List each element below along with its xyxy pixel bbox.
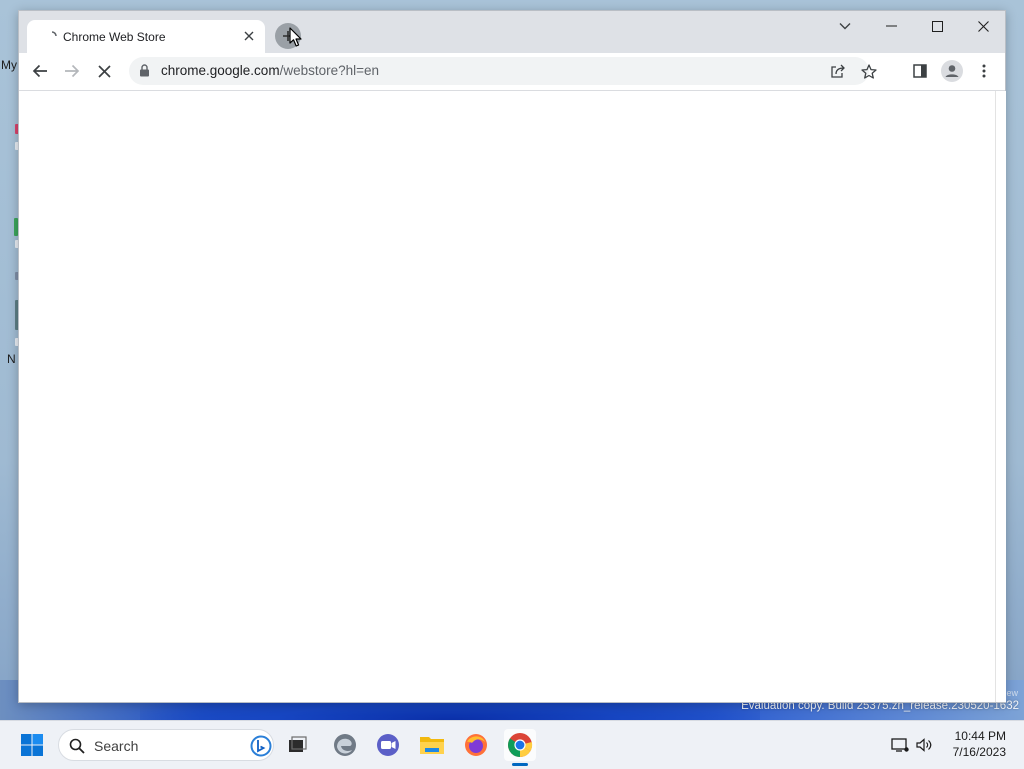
- stop-loading-button[interactable]: [90, 57, 118, 85]
- arrow-right-icon: [65, 64, 80, 78]
- network-icon: [891, 738, 909, 752]
- firefox-button[interactable]: [460, 729, 492, 761]
- clock-time: 10:44 PM: [954, 729, 1006, 743]
- active-app-indicator: [512, 763, 528, 766]
- menu-button[interactable]: [970, 57, 998, 85]
- mouse-cursor-icon: [289, 27, 302, 47]
- speaker-icon: [916, 738, 932, 752]
- search-icon: [69, 738, 85, 754]
- chrome-icon: [508, 733, 533, 757]
- address-bar[interactable]: chrome.google.com/webstore?hl=en: [129, 57, 877, 85]
- taskbar: Search 10:44 PM 7/16/2023: [0, 720, 1024, 769]
- tab-strip: Chrome Web Store: [19, 11, 1005, 53]
- close-icon: [977, 20, 989, 32]
- back-button[interactable]: [26, 57, 54, 85]
- profile-button[interactable]: [938, 57, 966, 85]
- clock-date: 7/16/2023: [952, 745, 1006, 759]
- edge-icon: [334, 734, 356, 756]
- tab-chrome-web-store[interactable]: Chrome Web Store: [27, 20, 265, 53]
- page-content[interactable]: [19, 91, 995, 702]
- side-panel-button[interactable]: [906, 57, 934, 85]
- search-label: Search: [94, 738, 139, 754]
- loading-spinner-icon: [51, 31, 57, 37]
- desktop-label-fragment[interactable]: My: [1, 58, 17, 72]
- bing-icon[interactable]: [250, 735, 272, 757]
- chevron-down-icon: [839, 23, 851, 30]
- chrome-button[interactable]: [504, 729, 536, 761]
- url-path: /webstore?hl=en: [279, 63, 380, 78]
- forward-button[interactable]: [58, 57, 86, 85]
- clock[interactable]: 10:44 PM 7/16/2023: [953, 728, 1006, 760]
- maximize-button[interactable]: [914, 11, 960, 41]
- firefox-icon: [465, 734, 487, 756]
- desktop-label-fragment[interactable]: N: [7, 352, 16, 366]
- browser-toolbar: chrome.google.com/webstore?hl=en: [19, 53, 1005, 91]
- profile-icon: [941, 60, 963, 82]
- star-icon: [861, 63, 877, 79]
- edge-button[interactable]: [329, 729, 361, 761]
- windows-logo-icon: [21, 734, 43, 756]
- bookmark-button[interactable]: [858, 60, 880, 82]
- minimize-button[interactable]: [868, 11, 914, 41]
- task-view-icon: [289, 736, 307, 752]
- maximize-icon: [931, 20, 943, 32]
- folder-icon: [420, 737, 444, 754]
- url-host: chrome.google.com: [161, 63, 280, 78]
- volume-button[interactable]: [910, 729, 938, 761]
- close-window-button[interactable]: [960, 11, 1006, 41]
- tab-title: Chrome Web Store: [63, 30, 166, 44]
- teams-button[interactable]: [372, 729, 404, 761]
- chrome-window: Chrome Web Store chrome.google.com/webst…: [18, 10, 1006, 703]
- scrollbar[interactable]: [995, 91, 1006, 702]
- side-panel-icon: [913, 64, 927, 78]
- watermark-fragment: ew: [1006, 688, 1018, 698]
- arrow-left-icon: [32, 64, 47, 78]
- lock-icon[interactable]: [139, 64, 150, 77]
- close-icon: [244, 31, 254, 41]
- taskbar-search[interactable]: Search: [58, 729, 274, 761]
- tab-search-button[interactable]: [822, 11, 868, 41]
- minimize-icon: [885, 25, 897, 27]
- share-button[interactable]: [827, 60, 849, 82]
- kebab-menu-icon: [982, 64, 986, 78]
- tab-close-button[interactable]: [241, 28, 257, 44]
- share-icon: [831, 64, 845, 78]
- file-explorer-button[interactable]: [416, 729, 448, 761]
- url-text[interactable]: chrome.google.com/webstore?hl=en: [161, 63, 379, 78]
- teams-icon: [377, 734, 399, 756]
- close-icon: [97, 64, 111, 78]
- task-view-button[interactable]: [282, 729, 314, 761]
- start-button[interactable]: [16, 729, 48, 761]
